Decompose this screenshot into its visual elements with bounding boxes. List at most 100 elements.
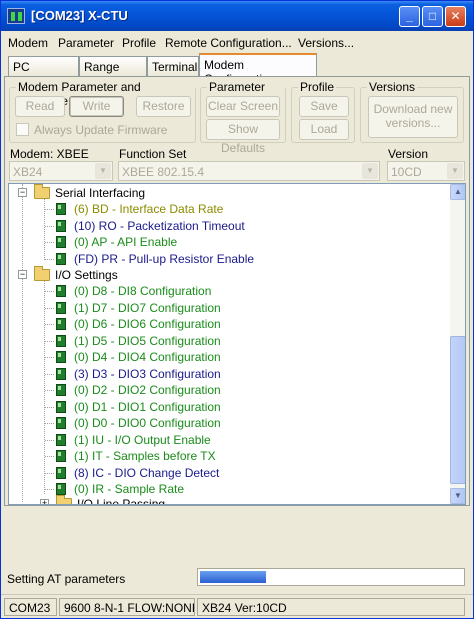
group-title: Versions xyxy=(367,80,418,94)
version-select[interactable]: 10CD ▼ xyxy=(387,161,465,181)
parameter-icon xyxy=(56,433,66,446)
progress-fill xyxy=(200,571,266,583)
tree-connector xyxy=(45,258,54,260)
menu-profile[interactable]: Profile xyxy=(122,36,156,50)
menu-modem[interactable]: Modem xyxy=(8,36,48,50)
scrollbar-thumb[interactable] xyxy=(450,336,465,484)
menu-bar: Modem Parameter Profile Remote Configura… xyxy=(1,32,473,52)
tree-folder-label: I/O Settings xyxy=(55,268,118,282)
version-value: 10CD xyxy=(391,165,422,179)
parameter-view-group: Parameter View Clear Screen Show Default… xyxy=(200,80,286,155)
tree-param-label: (6) BD - Interface Data Rate xyxy=(74,202,224,216)
tree-param-label: (0) D0 - DIO0 Configuration xyxy=(74,416,221,430)
tab-pc-settings[interactable]: PC Settings xyxy=(8,56,79,88)
menu-parameter[interactable]: Parameter xyxy=(58,36,114,50)
tree-param-label: (0) D6 - DIO6 Configuration xyxy=(74,317,221,331)
tab-range-test[interactable]: Range Test xyxy=(79,56,147,88)
save-profile-button[interactable]: Save xyxy=(299,96,349,117)
parameter-icon xyxy=(56,384,66,396)
progress-bar xyxy=(197,568,465,586)
tree-connector xyxy=(45,406,54,408)
parameter-icon xyxy=(56,466,66,479)
parameter-icon xyxy=(56,203,66,215)
window-title: [COM23] X-CTU xyxy=(31,8,128,23)
modem-parameter-group: Modem Parameter and Firmware Read Write … xyxy=(9,80,196,143)
tree-connector xyxy=(45,340,54,342)
tab-modem-configuration[interactable]: Modem Configuration xyxy=(199,53,317,86)
tree-guide-line xyxy=(44,278,45,494)
load-profile-button[interactable]: Load xyxy=(299,119,349,140)
status-settings: 9600 8-N-1 FLOW:NONE xyxy=(59,598,195,616)
status-device: XB24 Ver:10CD xyxy=(197,598,465,616)
tree-param-label: (1) D5 - DIO5 Configuration xyxy=(74,333,221,348)
tab-strip: PC Settings Range Test Terminal Modem Co… xyxy=(1,53,473,88)
scroll-down-arrow-icon[interactable]: ▼ xyxy=(450,488,465,504)
download-line-1: Download new xyxy=(373,102,453,116)
tree-scrollbar[interactable]: ▲ ▼ xyxy=(450,184,465,504)
parameter-icon xyxy=(56,236,66,248)
tree-connector xyxy=(45,456,54,457)
function-set-select[interactable]: XBEE 802.15.4 ▼ xyxy=(118,161,380,181)
tab-terminal[interactable]: Terminal xyxy=(147,56,199,76)
parameter-icon xyxy=(56,367,66,380)
tree-param-label: (FD) PR - Pull-up Resistor Enable xyxy=(74,251,255,266)
close-button[interactable]: ✕ xyxy=(445,6,466,27)
tree-connector xyxy=(45,209,54,210)
expand-icon[interactable]: + xyxy=(40,499,49,504)
scroll-up-arrow-icon[interactable]: ▲ xyxy=(450,184,465,200)
always-update-checkbox[interactable] xyxy=(16,123,29,136)
function-set-label: Function Set xyxy=(119,147,187,161)
parameter-icon xyxy=(56,285,66,297)
versions-group: Versions Download new versions... xyxy=(360,80,464,143)
parameter-tree[interactable]: − Serial Interfacing (6) BD - Interface … xyxy=(8,183,466,505)
profile-group: Profile Save Load xyxy=(291,80,355,143)
version-label: Version xyxy=(388,147,429,161)
parameter-icon xyxy=(56,450,66,462)
minimize-button[interactable]: _ xyxy=(399,6,420,27)
parameter-icon xyxy=(56,483,66,495)
tree-guide-line xyxy=(22,184,23,502)
menu-remote-configuration[interactable]: Remote Configuration... xyxy=(165,36,292,50)
modem-select[interactable]: XB24 ▼ xyxy=(9,161,113,181)
tree-param-label: (0) D8 - DI8 Configuration xyxy=(74,284,212,298)
restore-button[interactable]: Restore xyxy=(136,96,191,117)
modem-label: Modem: XBEE xyxy=(10,147,89,161)
tree-param-label: (8) IC - DIO Change Detect xyxy=(74,465,220,480)
parameter-icon xyxy=(56,351,66,363)
folder-open-icon xyxy=(34,266,50,281)
folder-icon xyxy=(56,495,72,504)
tree-connector xyxy=(45,357,54,358)
tree-connector xyxy=(45,373,54,375)
tree-param-label: (3) D3 - DIO3 Configuration xyxy=(74,366,221,381)
tree-param-label: (0) IR - Sample Rate xyxy=(74,482,185,496)
tree-param-label: (1) D7 - DIO7 Configuration xyxy=(74,300,221,315)
status-message: Setting AT parameters xyxy=(7,572,126,586)
download-versions-button[interactable]: Download new versions... xyxy=(368,96,458,138)
tree-param-label: (0) D1 - DIO1 Configuration xyxy=(74,399,221,414)
modem-configuration-panel: Modem Parameter and Firmware Read Write … xyxy=(4,76,470,506)
title-bar[interactable]: [COM23] X-CTU _ □ ✕ xyxy=(1,1,473,31)
tree-connector xyxy=(45,423,54,424)
dropdown-arrow-icon: ▼ xyxy=(95,163,111,179)
menu-versions[interactable]: Versions... xyxy=(298,36,354,50)
tree-folder-label: I/O Line Passing xyxy=(77,497,166,505)
dropdown-arrow-icon: ▼ xyxy=(362,163,378,179)
collapse-icon[interactable]: − xyxy=(18,188,27,197)
tree-connector xyxy=(45,472,54,474)
download-line-2: versions... xyxy=(385,116,441,130)
parameter-icon xyxy=(56,252,66,265)
tree-connector xyxy=(45,324,54,325)
dropdown-arrow-icon: ▼ xyxy=(447,163,463,179)
function-set-value: XBEE 802.15.4 xyxy=(122,165,205,179)
tree-param-label: (0) AP - API Enable xyxy=(74,235,178,249)
write-button[interactable]: Write xyxy=(69,96,124,117)
tree-folder-label: Serial Interfacing xyxy=(55,186,146,200)
show-defaults-button[interactable]: Show Defaults xyxy=(206,119,280,155)
tree-connector xyxy=(45,489,54,490)
maximize-button[interactable]: □ xyxy=(422,6,443,27)
collapse-icon[interactable]: − xyxy=(18,270,27,279)
clear-screen-button[interactable]: Clear Screen xyxy=(206,96,280,117)
read-button[interactable]: Read xyxy=(15,96,65,117)
tree-connector xyxy=(45,439,54,441)
status-bar: COM23 9600 8-N-1 FLOW:NONE XB24 Ver:10CD xyxy=(1,594,473,618)
